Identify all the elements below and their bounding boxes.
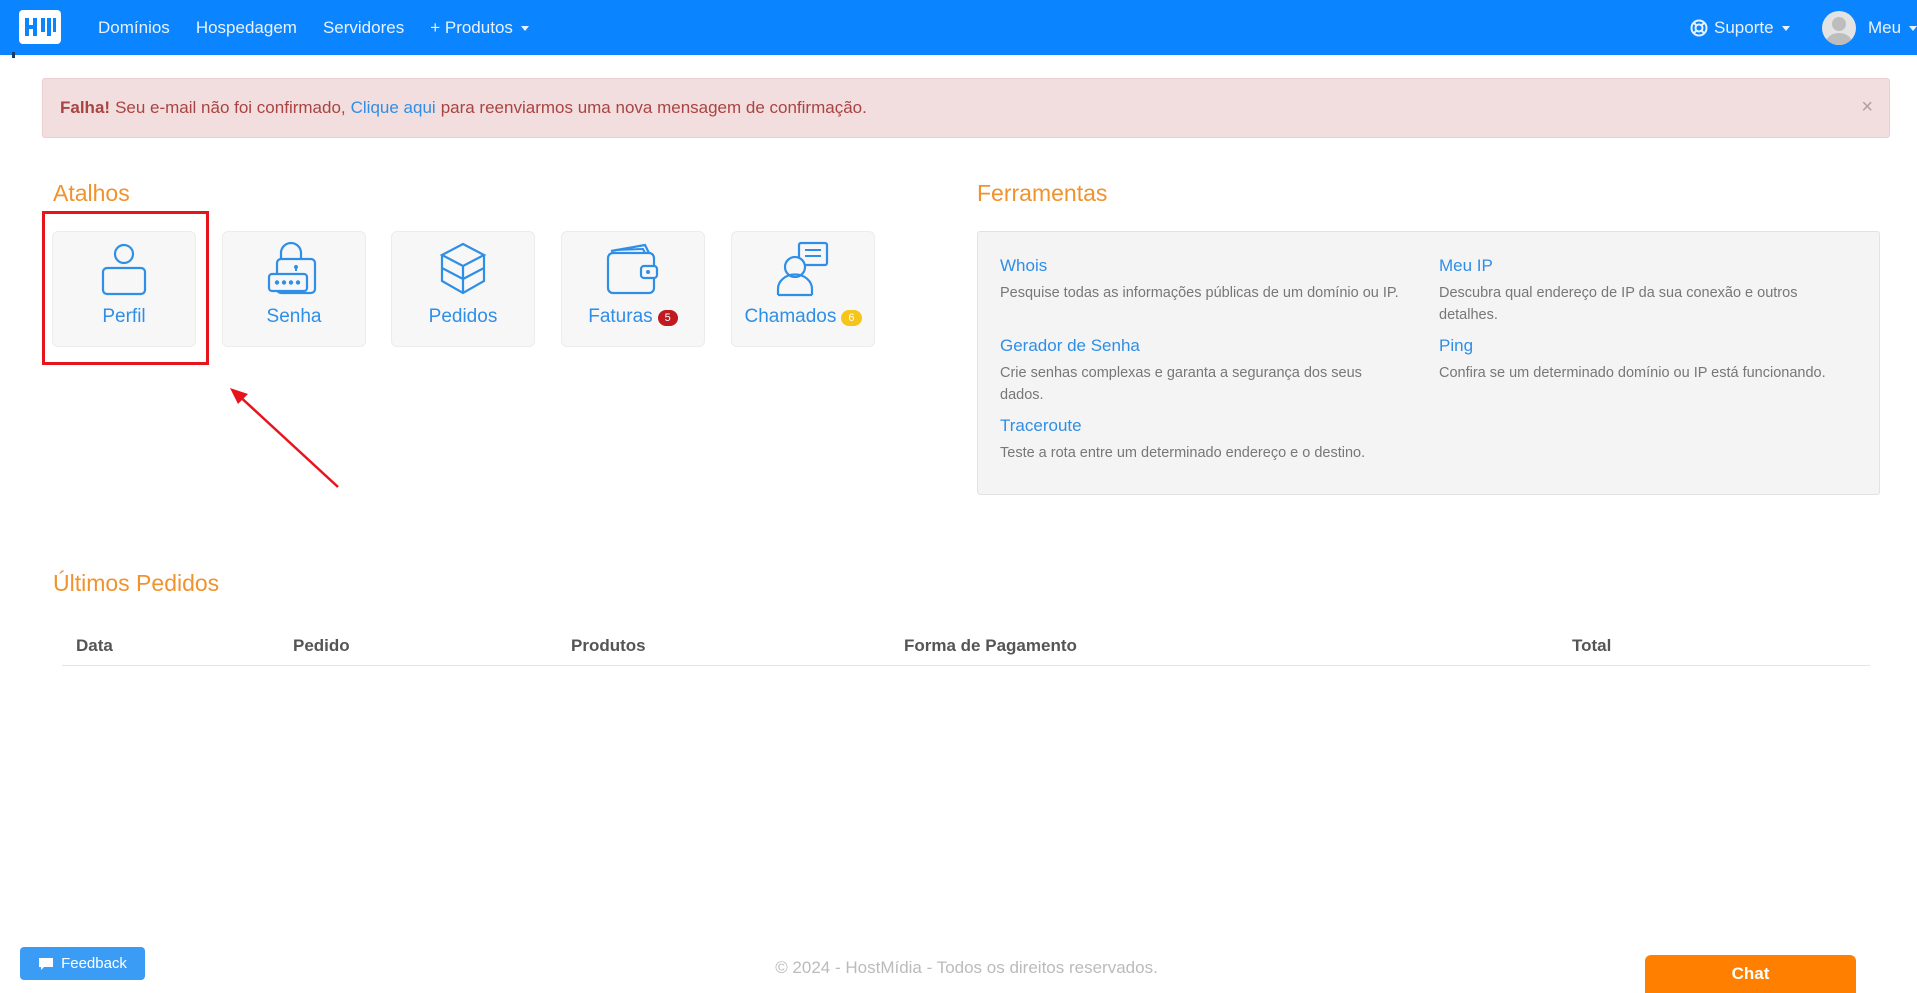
support-label: Suporte (1714, 17, 1774, 37)
user-menu[interactable]: Meu (1822, 0, 1917, 55)
orders-table: Data Pedido Produtos Forma de Pagamento … (62, 628, 1870, 666)
feedback-button[interactable]: Feedback (20, 947, 145, 980)
alert-strong: Falha! (60, 98, 111, 117)
tool-gerador-senha: Gerador de Senha Crie senhas complexas e… (1000, 336, 1400, 406)
tool-description: Crie senhas complexas e garanta a segura… (1000, 365, 1362, 403)
column-header[interactable]: Data (62, 628, 279, 666)
shortcut-chamados[interactable]: Chamados 6 (731, 231, 875, 347)
tools-panel: Whois Pesquise todas as informações públ… (977, 231, 1880, 495)
email-confirmation-alert: Falha! Seu e-mail não foi confirmado, Cl… (42, 78, 1890, 138)
shortcut-label: Senha (266, 306, 322, 327)
logo-icon[interactable] (19, 10, 61, 44)
wallet-icon (606, 243, 659, 295)
tool-description: Teste a rota entre um determinado endere… (1000, 445, 1366, 461)
shortcut-faturas[interactable]: Faturas 5 (561, 231, 705, 347)
tool-link[interactable]: Ping (1439, 336, 1859, 356)
feedback-label: Feedback (61, 955, 127, 972)
footer: © 2024 - HostMídia - Todos os direitos r… (0, 958, 1917, 978)
tool-ping: Ping Confira se um determinado domínio o… (1439, 336, 1859, 384)
support-dropdown[interactable]: Suporte (1690, 0, 1790, 55)
footer-text: © 2024 - HostMídia - Todos os direitos r… (775, 958, 1158, 977)
tool-link[interactable]: Traceroute (1000, 416, 1420, 436)
tool-traceroute: Traceroute Teste a rota entre um determi… (1000, 416, 1420, 464)
highlight-box (42, 211, 209, 365)
tool-link[interactable]: Gerador de Senha (1000, 336, 1400, 356)
tool-link[interactable]: Meu IP (1439, 256, 1859, 276)
table-header-row: Data Pedido Produtos Forma de Pagamento … (62, 628, 1870, 666)
nav-produtos-label: + Produtos (430, 17, 513, 37)
resend-confirmation-link[interactable]: Clique aqui (351, 98, 436, 118)
alert-text-before: Seu e-mail não foi confirmado, (115, 98, 346, 117)
support-ticket-icon (776, 241, 829, 297)
tool-description: Descubra qual endereço de IP da sua cone… (1439, 285, 1798, 323)
box-icon (439, 242, 487, 295)
nav-dominios[interactable]: Domínios (98, 18, 170, 38)
nav-servidores[interactable]: Servidores (323, 18, 404, 38)
tool-whois: Whois Pesquise todas as informações públ… (1000, 256, 1420, 304)
shortcut-label: Chamados (744, 306, 837, 327)
chat-button[interactable]: Chat (1645, 955, 1856, 993)
column-header[interactable]: Produtos (557, 628, 890, 666)
chevron-down-icon (1909, 26, 1917, 31)
shortcut-senha[interactable]: Senha (222, 231, 366, 347)
column-header[interactable]: Pedido (279, 628, 557, 666)
orders-title: Últimos Pedidos (53, 570, 220, 596)
chevron-down-icon (520, 26, 529, 31)
user-label: Meu (1868, 17, 1902, 37)
nav-hospedagem[interactable]: Hospedagem (196, 18, 297, 38)
shortcuts-title: Atalhos (53, 180, 130, 206)
tool-description: Confira se um determinado domínio ou IP … (1439, 365, 1826, 381)
chevron-down-icon (1781, 26, 1790, 31)
main-nav: Domínios Hospedagem Servidores + Produto… (98, 0, 555, 55)
arrow-icon (230, 388, 339, 488)
column-header[interactable]: Forma de Pagamento (890, 628, 1558, 666)
nav-produtos-dropdown[interactable]: + Produtos (430, 18, 529, 38)
tickets-count-badge: 6 (841, 310, 862, 326)
alert-text-after: para reenviarmos uma nova mensagem de co… (440, 98, 867, 117)
corner-mark (12, 52, 15, 58)
shortcut-label: Faturas (588, 306, 653, 327)
shortcut-pedidos[interactable]: Pedidos (391, 231, 535, 347)
close-icon[interactable]: × (1861, 96, 1873, 119)
comment-icon (39, 957, 54, 970)
column-header[interactable]: Total (1558, 628, 1870, 666)
shortcut-label: Pedidos (428, 306, 498, 327)
chat-label: Chat (1731, 964, 1770, 983)
avatar (1822, 10, 1856, 45)
tool-description: Pesquise todas as informações públicas d… (1000, 285, 1399, 301)
tool-meu-ip: Meu IP Descubra qual endereço de IP da s… (1439, 256, 1859, 326)
tools-title: Ferramentas (977, 180, 1108, 206)
lock-icon (267, 241, 317, 295)
lifebuoy-icon (1690, 19, 1708, 36)
tool-link[interactable]: Whois (1000, 256, 1420, 276)
top-navbar: Domínios Hospedagem Servidores + Produto… (0, 0, 1917, 58)
invoices-count-badge: 5 (657, 310, 678, 326)
